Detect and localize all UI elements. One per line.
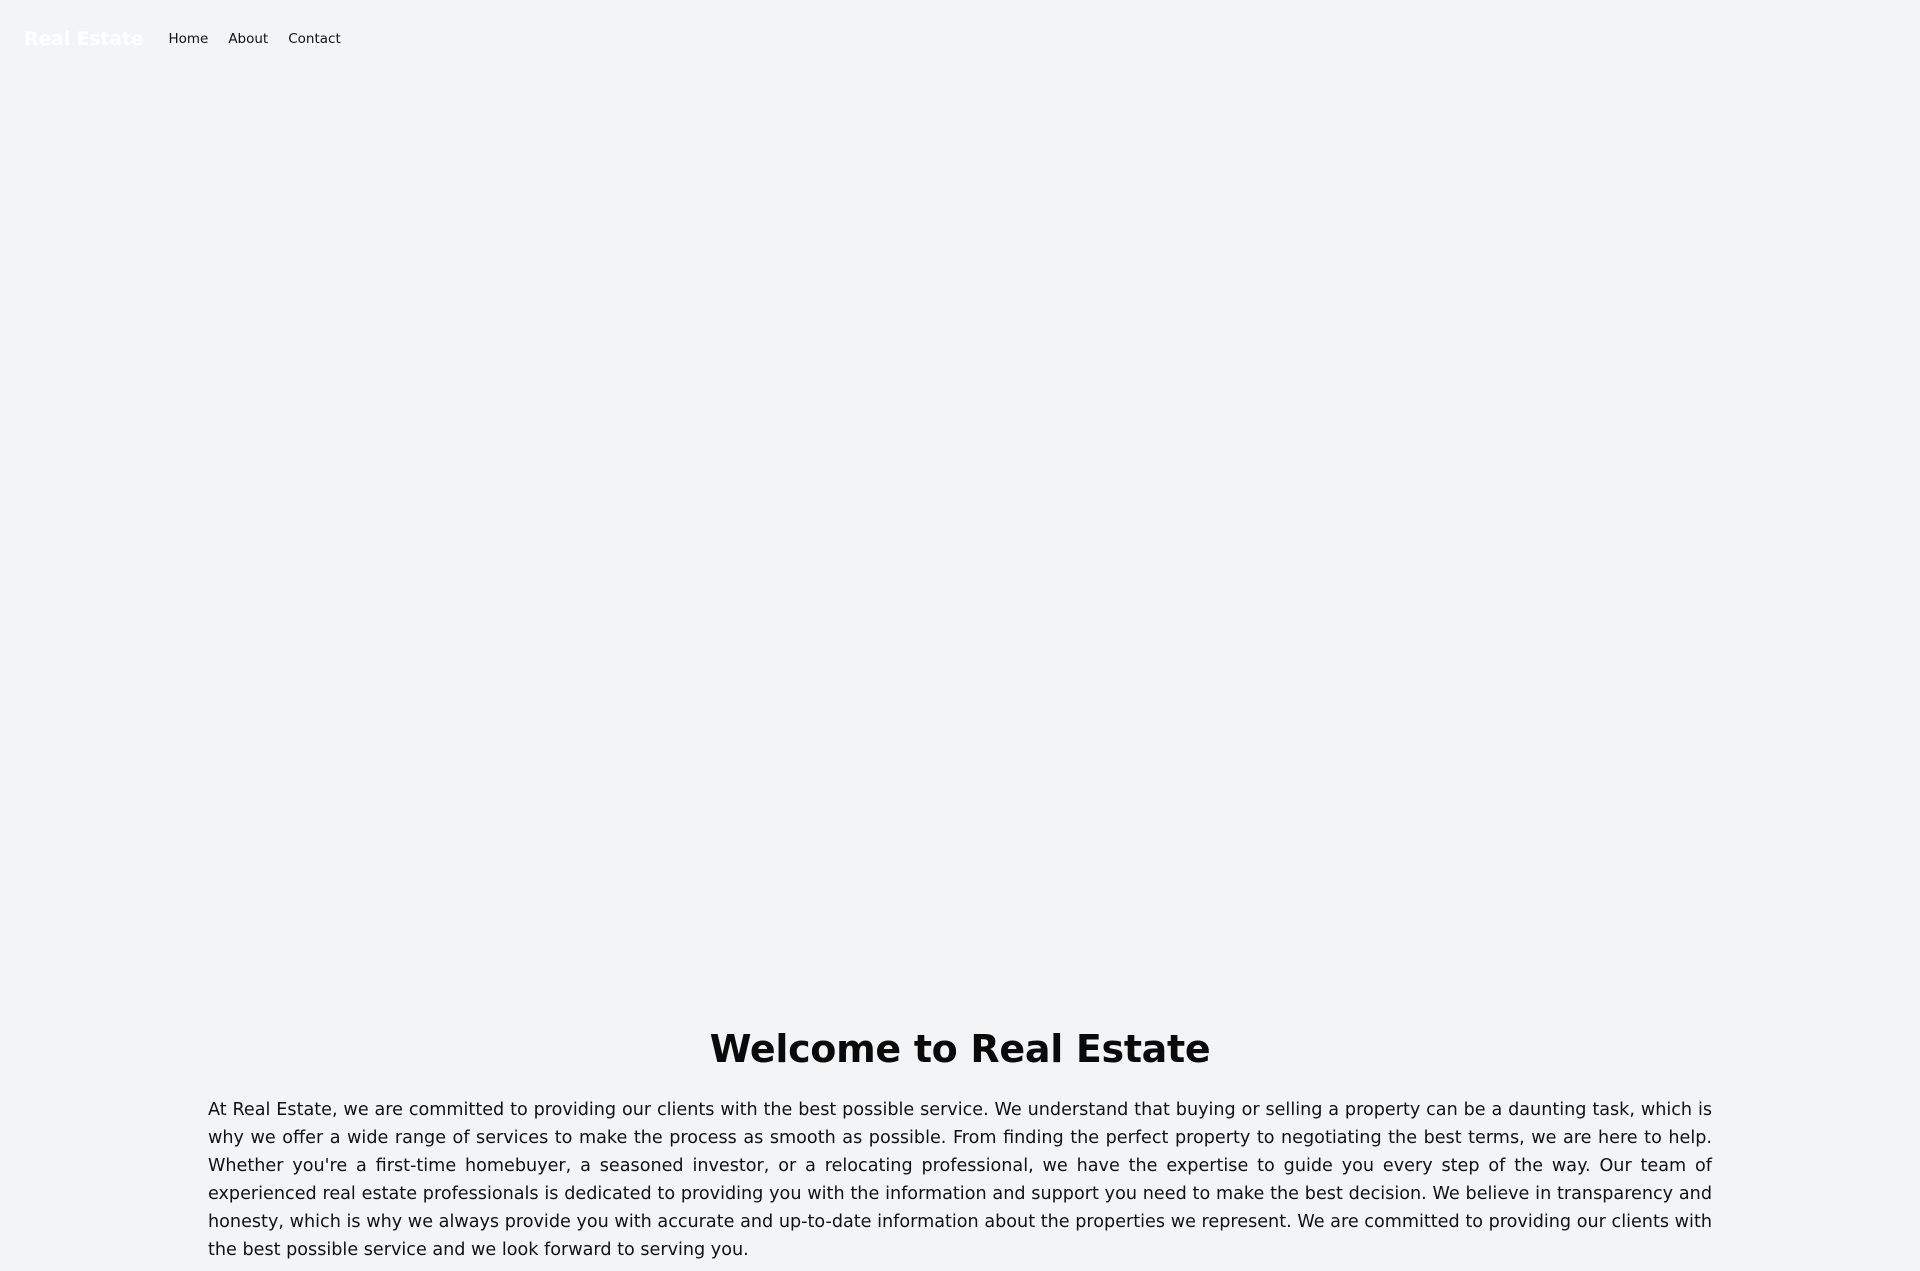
page-title: Welcome to Real Estate	[709, 1027, 1211, 1071]
hero-section	[0, 70, 1920, 970]
nav-links: Home About Contact	[168, 31, 340, 47]
top-navigation: Real Estate Home About Contact	[24, 26, 341, 52]
page: Real Estate Home About Contact Welcome t…	[0, 0, 1920, 1271]
nav-link-about[interactable]: About	[228, 31, 268, 47]
nav-link-contact[interactable]: Contact	[288, 31, 341, 47]
intro-paragraph: At Real Estate, we are committed to prov…	[208, 1100, 1712, 1260]
brand-logo-link[interactable]: Real Estate	[24, 28, 144, 50]
nav-link-home[interactable]: Home	[168, 31, 208, 47]
welcome-section: Welcome to Real Estate At Real Estate, w…	[208, 1022, 1712, 1264]
